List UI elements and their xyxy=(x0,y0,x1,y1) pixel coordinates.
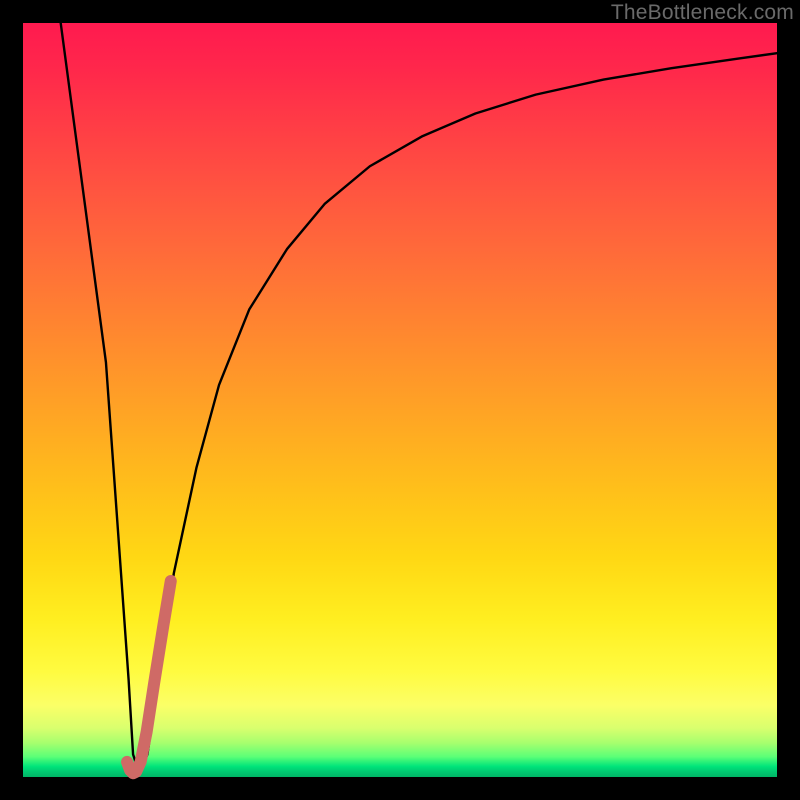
plot-area xyxy=(23,23,777,777)
watermark-text: TheBottleneck.com xyxy=(611,1,794,25)
chart-svg xyxy=(23,23,777,777)
bottleneck-curve xyxy=(61,23,777,773)
chart-frame: TheBottleneck.com xyxy=(0,0,800,800)
